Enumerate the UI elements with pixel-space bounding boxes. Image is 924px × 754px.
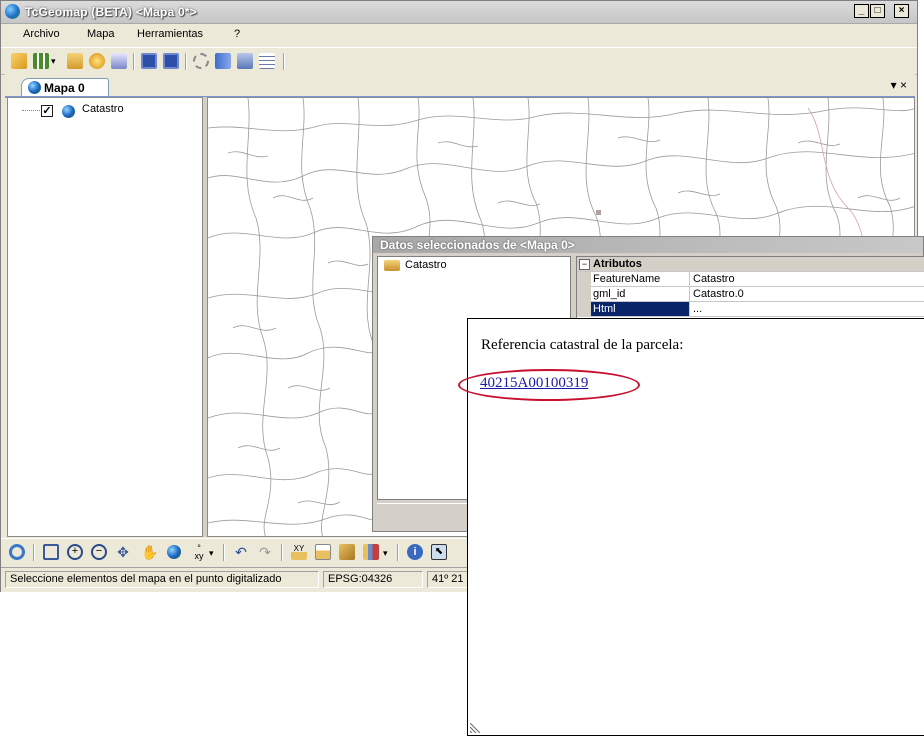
xy-coord-icon[interactable]: ° xy (191, 544, 207, 561)
title-bar[interactable]: TcGeomap (BETA) <Mapa 0*> _ □ × (1, 1, 917, 24)
toolbar-separator (397, 544, 399, 561)
close-button[interactable]: × (894, 4, 909, 18)
dialog-title: Datos seleccionados de <Mapa 0> (380, 238, 575, 252)
main-toolbar: ▾ (1, 47, 917, 75)
property-name: FeatureName (593, 273, 661, 285)
menu-mapa[interactable]: Mapa (87, 28, 115, 40)
edit-icon[interactable] (339, 544, 355, 560)
property-row[interactable]: FeatureName Catastro (577, 272, 924, 287)
tree-connector (22, 110, 40, 111)
property-value: Catastro (693, 273, 735, 285)
info-icon[interactable]: i (407, 544, 423, 560)
save-icon[interactable] (141, 53, 157, 69)
window-title: TcGeomap (BETA) <Mapa 0*> (25, 5, 197, 19)
property-grid: − Atributos FeatureName Catastro gml_id … (576, 256, 924, 322)
minimize-button[interactable]: _ (854, 4, 869, 18)
layer-folder-icon (384, 260, 400, 271)
save-as-icon[interactable] (163, 53, 179, 69)
layer-tree: ✓ Catastro (7, 97, 203, 537)
app-globe-icon (5, 4, 20, 19)
chevron-down-icon[interactable]: ▾ (209, 548, 214, 559)
grid-icon[interactable] (33, 53, 49, 69)
tab-label: Mapa 0 (44, 81, 85, 95)
zoom-out-icon[interactable]: − (91, 544, 107, 560)
column-divider (689, 302, 690, 317)
undo-icon[interactable]: ↶ (233, 544, 249, 560)
menu-help[interactable]: ? (234, 28, 240, 40)
refresh-icon[interactable] (9, 544, 25, 560)
chevron-down-icon[interactable]: ▾ (383, 548, 388, 559)
dialog-title-bar[interactable]: Datos seleccionados de <Mapa 0> (373, 237, 923, 253)
property-name: gml_id (593, 288, 626, 300)
toolbar-separator (281, 544, 283, 561)
popup-text: Referencia catastral de la parcela: (481, 337, 684, 353)
tab-controls[interactable]: ▾ × (891, 78, 907, 92)
property-row[interactable]: gml_id Catastro.0 (577, 287, 924, 302)
open-folder-icon[interactable] (67, 53, 83, 69)
column-divider (689, 287, 690, 302)
toolbar-separator (133, 53, 135, 70)
layer-name[interactable]: Catastro (82, 103, 124, 115)
toolbar-separator (223, 544, 225, 561)
globe-icon (28, 81, 41, 94)
resize-grip-icon[interactable] (470, 723, 480, 733)
pan-arrows-icon[interactable]: ✥ (115, 544, 131, 560)
list-icon[interactable] (259, 53, 275, 69)
menu-bar: Archivo Mapa Herramientas ? (1, 24, 917, 46)
row-gutter (577, 287, 591, 302)
new-layer-icon[interactable] (11, 53, 27, 69)
property-value: Catastro.0 (693, 288, 744, 300)
globe-icon (62, 105, 75, 118)
network-icon[interactable] (215, 53, 231, 69)
row-gutter (577, 302, 591, 317)
chart-icon[interactable] (363, 544, 379, 560)
collapse-icon[interactable]: − (579, 259, 590, 270)
measure-icon[interactable] (315, 544, 331, 560)
layers-icon[interactable] (237, 53, 253, 69)
html-attribute-popup: Referencia catastral de la parcela: 4021… (458, 318, 924, 736)
category-label: Atributos (593, 258, 642, 270)
column-divider (689, 272, 690, 287)
tab-mapa-0[interactable]: Mapa 0 (21, 78, 109, 96)
zoom-in-icon[interactable]: + (67, 544, 83, 560)
xy-table-icon[interactable]: XY (291, 544, 307, 560)
row-gutter (577, 272, 591, 287)
selection-marker (596, 210, 601, 215)
feature-tree-item[interactable]: Catastro (405, 259, 447, 271)
globe-icon[interactable] (167, 545, 181, 559)
status-message: Seleccione elementos del mapa en el punt… (5, 571, 319, 588)
select-icon[interactable]: ⬉ (431, 544, 447, 560)
layer-visibility-checkbox[interactable]: ✓ (41, 105, 53, 117)
layer-add-icon[interactable] (111, 53, 127, 69)
property-name: Html (593, 303, 616, 315)
toolbar-separator (283, 53, 285, 70)
redo-icon[interactable]: ↷ (257, 544, 273, 560)
pan-hand-icon[interactable]: ✋ (141, 544, 158, 560)
menu-archivo[interactable]: Archivo (23, 28, 60, 40)
property-category[interactable]: − Atributos (577, 257, 924, 272)
document-tabstrip: Mapa 0 ▾ × (5, 74, 915, 98)
toolbar-separator (33, 544, 35, 561)
annotation-ellipse (458, 369, 640, 401)
menu-herramientas[interactable]: Herramientas (137, 28, 203, 40)
status-crs: EPSG:04326 (323, 571, 423, 588)
property-value-ellipsis[interactable]: ... (693, 303, 702, 315)
add-icon[interactable] (89, 53, 105, 69)
property-row-selected[interactable]: Html ... (577, 302, 924, 317)
toolbar-separator (185, 53, 187, 70)
chevron-down-icon[interactable]: ▾ (51, 56, 56, 67)
settings-icon[interactable] (193, 53, 209, 69)
maximize-button[interactable]: □ (870, 4, 885, 18)
zoom-box-icon[interactable] (43, 544, 59, 560)
